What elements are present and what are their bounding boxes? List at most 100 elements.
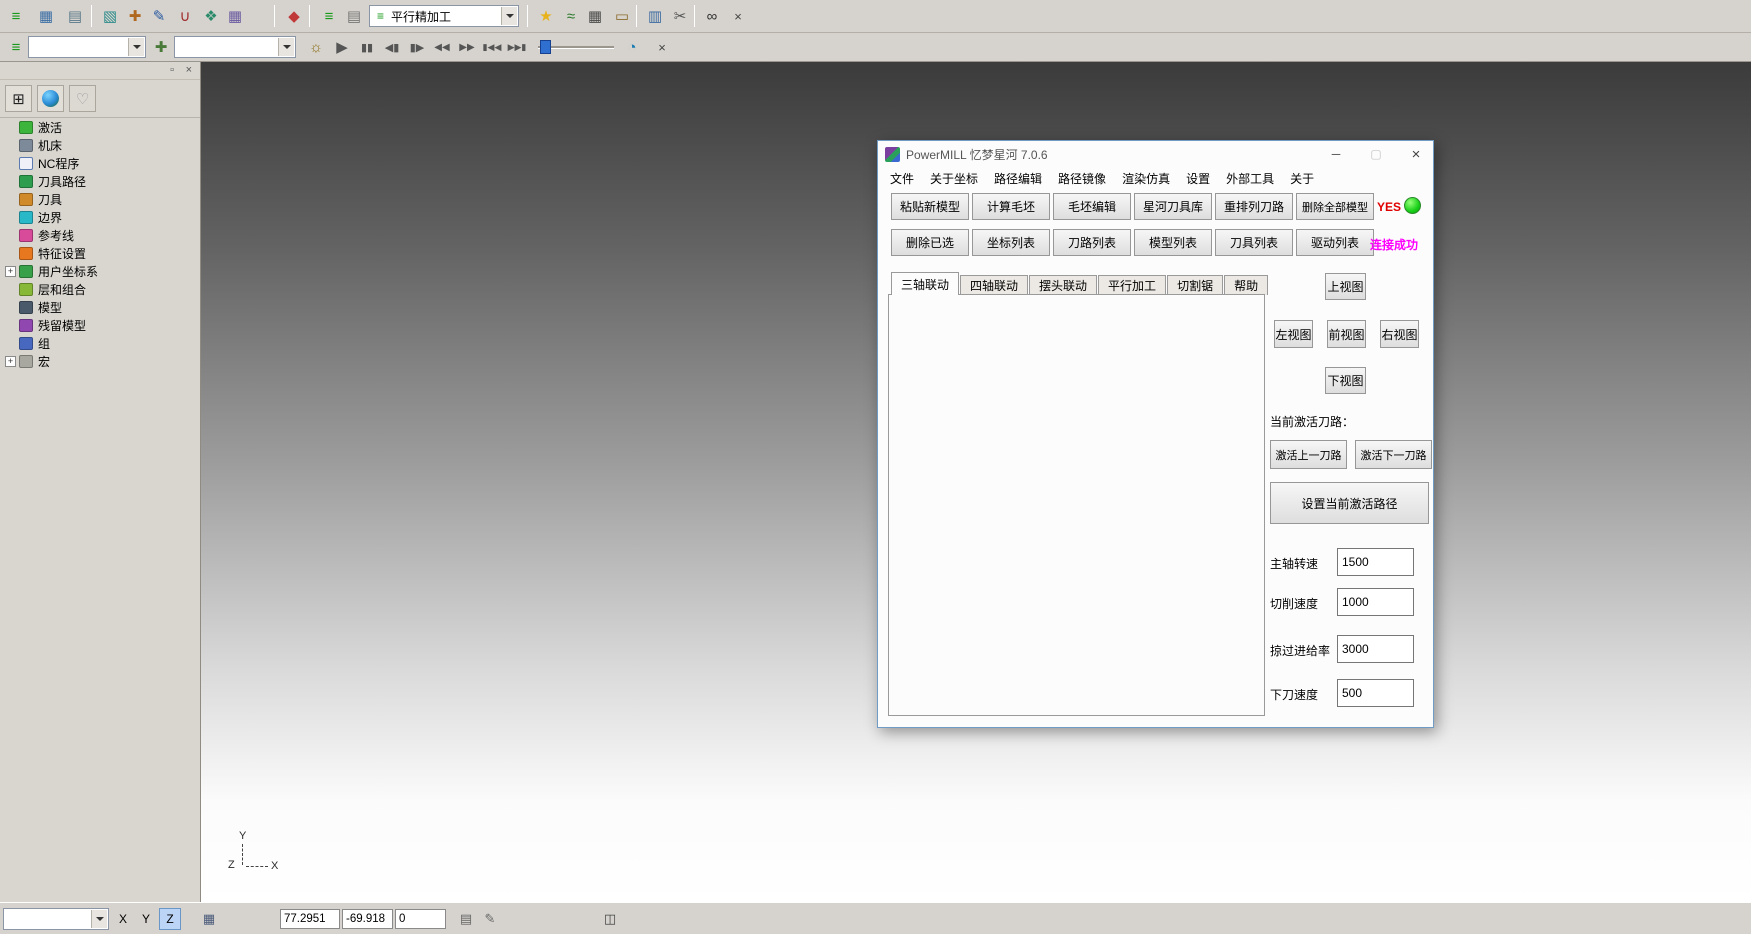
scissors-icon[interactable]: ✂ — [668, 4, 692, 28]
star-tool-icon[interactable]: ★ — [534, 4, 558, 28]
tree-item-toolpaths[interactable]: 刀具路径 — [0, 172, 200, 190]
fast-forward-icon[interactable]: ▶▶ — [455, 35, 479, 59]
spindle-speed-input[interactable] — [1337, 548, 1414, 576]
step-back-icon[interactable]: ◀▮ — [380, 35, 404, 59]
play-icon[interactable]: ▶ — [330, 35, 354, 59]
tab-tilt-head[interactable]: 摆头联动 — [1029, 275, 1097, 295]
tree-item-models[interactable]: 模型 — [0, 298, 200, 316]
menu-settings[interactable]: 设置 — [1178, 170, 1218, 187]
tool-wrench-icon[interactable]: ✚ — [149, 35, 173, 59]
delete-selected-button[interactable]: 删除已选 — [891, 229, 969, 256]
tree-item-activate[interactable]: 激活 — [0, 118, 200, 136]
toolpath-list-button[interactable]: 刀路列表 — [1053, 229, 1131, 256]
tree-item-stock-models[interactable]: 残留模型 — [0, 316, 200, 334]
tool-combo[interactable] — [174, 36, 296, 58]
tab-help[interactable]: 帮助 — [1224, 275, 1268, 295]
slider-handle[interactable] — [540, 40, 551, 54]
toolpath-combo[interactable] — [28, 36, 146, 58]
edit-stock-button[interactable]: 毛坯编辑 — [1053, 193, 1131, 220]
menu-about[interactable]: 关于 — [1282, 170, 1322, 187]
tree-item-workplanes[interactable]: +用户坐标系 — [0, 262, 200, 280]
combo-arrow-icon[interactable] — [501, 7, 517, 25]
chart-icon[interactable]: ▥ — [643, 4, 667, 28]
rearrange-toolpaths-button[interactable]: 重排列刀路 — [1215, 193, 1293, 220]
calculator-icon[interactable]: ▦ — [583, 4, 607, 28]
activate-prev-button[interactable]: 激活上一刀路 — [1270, 440, 1347, 469]
tree-item-levels[interactable]: 层和组合 — [0, 280, 200, 298]
transform-icon[interactable]: ✚ — [123, 4, 147, 28]
paste-new-model-button[interactable]: 粘贴新模型 — [891, 193, 969, 220]
pause-icon[interactable]: ▮▮ — [355, 35, 379, 59]
move-icon[interactable]: ❖ — [199, 4, 223, 28]
cutting-feed-input[interactable] — [1337, 588, 1414, 616]
simulation-close-icon[interactable]: × — [650, 35, 674, 59]
grid-icon[interactable]: ▦ — [197, 908, 221, 930]
menu-render-sim[interactable]: 渲染仿真 — [1114, 170, 1178, 187]
tree-item-groups[interactable]: 组 — [0, 334, 200, 352]
statusbar-combo[interactable] — [3, 908, 109, 930]
blocks-icon[interactable]: ▦ — [223, 4, 247, 28]
drive-list-button[interactable]: 驱动列表 — [1296, 229, 1374, 256]
tab-four-axis[interactable]: 四轴联动 — [960, 275, 1028, 295]
print-icon[interactable]: ▤ — [63, 4, 87, 28]
tree-item-macros[interactable]: +宏 — [0, 352, 200, 370]
view-top-button[interactable]: 上视图 — [1325, 273, 1366, 300]
tool-list-button[interactable]: 刀具列表 — [1215, 229, 1293, 256]
axis-x-button[interactable]: X — [113, 908, 133, 930]
globe-icon[interactable] — [37, 85, 64, 112]
combo-arrow-icon[interactable] — [278, 38, 294, 56]
curve-icon[interactable]: ≈ — [559, 4, 583, 28]
skim-feed-input[interactable] — [1337, 635, 1414, 663]
coord-x-input[interactable] — [280, 909, 340, 929]
tab-parallel[interactable]: 平行加工 — [1098, 275, 1166, 295]
tree-item-feature-sets[interactable]: 特征设置 — [0, 244, 200, 262]
bulb-icon[interactable]: ☼ — [304, 35, 328, 59]
block-icon[interactable]: ▧ — [98, 4, 122, 28]
view-front-button[interactable]: 前视图 — [1327, 320, 1366, 348]
delete-all-models-button[interactable]: 删除全部模型 — [1296, 193, 1374, 220]
strategy-combo[interactable]: ≡ 平行精加工 — [369, 5, 519, 27]
pen-icon[interactable]: ✎ — [478, 908, 502, 930]
minimize-button[interactable]: ─ — [1327, 145, 1345, 163]
combo-arrow-icon[interactable] — [91, 910, 107, 928]
view-bottom-button[interactable]: 下视图 — [1325, 367, 1366, 394]
simulation-speed-slider[interactable] — [538, 39, 614, 55]
draw-toolpath-icon[interactable]: ✎ — [147, 4, 171, 28]
axis-z-button[interactable]: Z — [159, 908, 181, 930]
panel-toggle-icon[interactable]: ◫ — [598, 908, 622, 930]
go-to-start-icon[interactable]: ▮◀◀ — [480, 35, 504, 59]
model-list-button[interactable]: 模型列表 — [1134, 229, 1212, 256]
tree-item-machine[interactable]: 机床 — [0, 136, 200, 154]
expander-plus[interactable]: + — [5, 266, 16, 277]
save-icon[interactable]: ▦ — [34, 4, 58, 28]
ruler-icon[interactable]: ▭ — [610, 4, 634, 28]
view-left-button[interactable]: 左视图 — [1274, 320, 1313, 348]
tree-item-tools[interactable]: 刀具 — [0, 190, 200, 208]
levels-icon[interactable]: ≡ — [317, 4, 341, 28]
layers-icon[interactable]: ≡ — [4, 35, 28, 59]
menu-path-edit[interactable]: 路径编辑 — [986, 170, 1050, 187]
axis-y-button[interactable]: Y — [136, 908, 156, 930]
viewer-icon[interactable]: ∞ — [700, 4, 724, 28]
layers-icon[interactable]: ≡ — [4, 4, 28, 28]
expander-plus[interactable]: + — [5, 356, 16, 367]
coord-y-input[interactable] — [342, 909, 393, 929]
hierarchy-icon[interactable]: ⊞ — [5, 85, 32, 112]
tab-saw[interactable]: 切割锯 — [1167, 275, 1223, 295]
menu-file[interactable]: 文件 — [882, 170, 922, 187]
menu-coords[interactable]: 关于坐标 — [922, 170, 986, 187]
combo-arrow-icon[interactable] — [128, 38, 144, 56]
menu-external-tools[interactable]: 外部工具 — [1218, 170, 1282, 187]
tree-item-nc-program[interactable]: NC程序 — [0, 154, 200, 172]
note-icon[interactable]: ▤ — [454, 908, 478, 930]
view-right-button[interactable]: 右视图 — [1380, 320, 1419, 348]
tree-item-patterns[interactable]: 参考线 — [0, 226, 200, 244]
coord-z-input[interactable] — [395, 909, 446, 929]
set-active-path-button[interactable]: 设置当前激活路径 — [1270, 482, 1429, 524]
clock-icon[interactable]: ◔ — [620, 35, 644, 59]
limits-icon[interactable]: ∪ — [173, 4, 197, 28]
close-button[interactable]: × — [1407, 145, 1425, 163]
tool-library-button[interactable]: 星河刀具库 — [1134, 193, 1212, 220]
user-tool-icon[interactable]: ◆ — [282, 4, 306, 28]
list-icon[interactable]: ▤ — [342, 4, 366, 28]
